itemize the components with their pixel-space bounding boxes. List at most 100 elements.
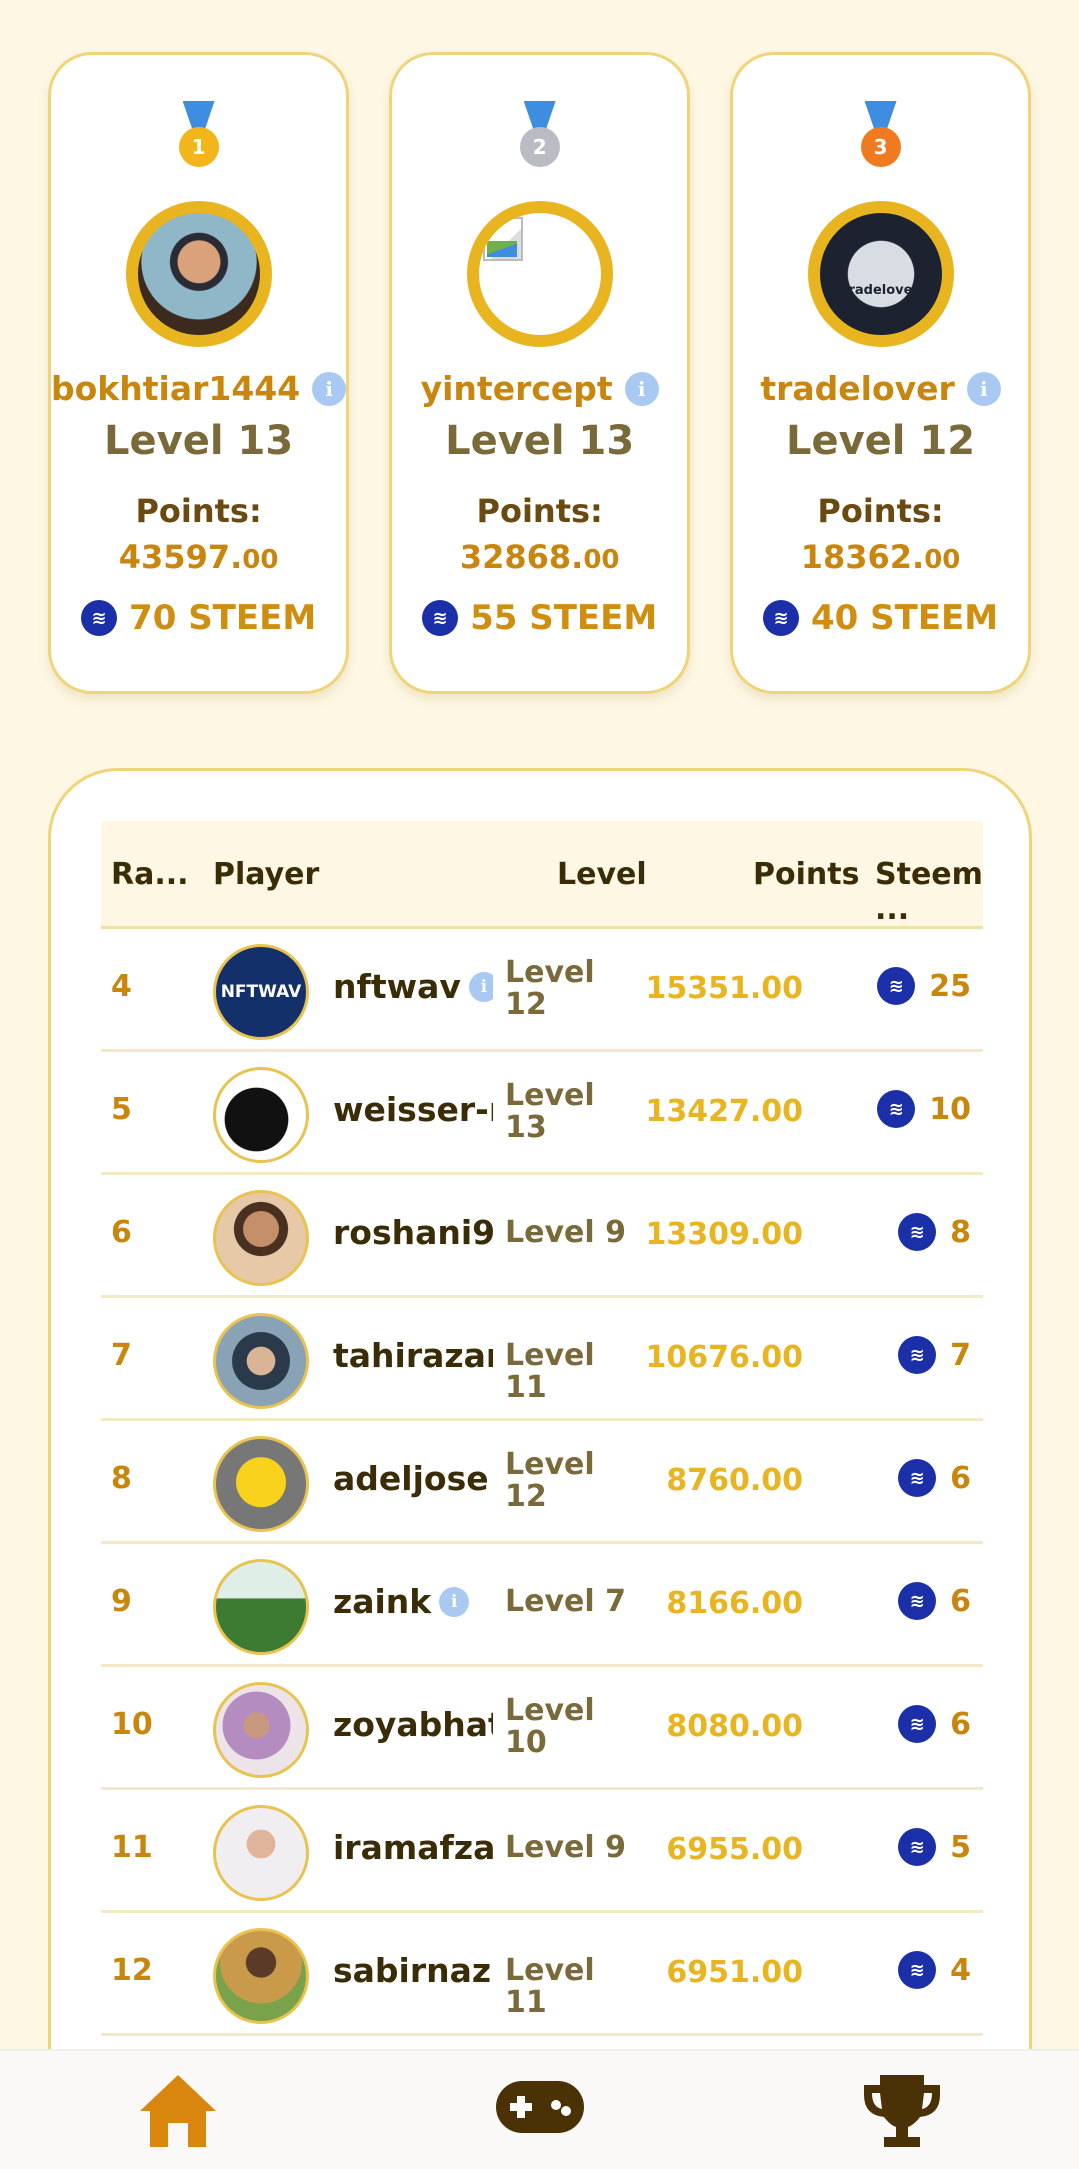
points-label: Points: [135, 492, 262, 530]
steem-reward: ≋ 6 [898, 1705, 971, 1743]
points: 15351.00 [645, 971, 803, 1006]
podium-card-2nd[interactable]: 2 yintercept i Level 13 Points: 32868.00… [389, 52, 691, 694]
level: Level 12 [785, 418, 976, 464]
broken-image-icon [482, 217, 523, 261]
player-name[interactable]: zoyabhat [333, 1705, 493, 1744]
player-name[interactable]: iramafzal [333, 1828, 493, 1867]
steem-icon: ≋ [898, 1459, 937, 1497]
table-row[interactable]: 4 NFTWAV nftwav i Level 12 15351.00 ≋ 25 [101, 929, 983, 1052]
podium: 1 bokhtiar1444 i Level 13 Points: 43597.… [48, 52, 1031, 694]
player-name[interactable]: sabirnaz [333, 1951, 491, 1990]
table-row[interactable]: 5 weisser-r Level 13 13427.00 ≋ 10 [101, 1052, 983, 1175]
points: 8080.00 [666, 1709, 803, 1744]
avatar[interactable] [213, 1805, 309, 1901]
points-value: 18362.00 [800, 538, 961, 576]
rank: 4 [111, 969, 132, 1004]
steem-icon: ≋ [422, 600, 459, 636]
avatar[interactable] [213, 1313, 309, 1409]
level: Level 12 [505, 955, 595, 1022]
table-row[interactable]: 12 sabirnazi Level 11 6951.00 ≋4 [101, 1913, 983, 2036]
info-icon[interactable]: i [966, 371, 1001, 406]
rank: 7 [111, 1338, 132, 1373]
steem-reward: ≋ 55 STEEM [422, 598, 657, 638]
level: Level 13 [505, 1078, 595, 1145]
level: Level 13 [445, 418, 635, 464]
points: 10676.00 [645, 1340, 803, 1375]
username[interactable]: bokhtiar1444 [51, 369, 300, 408]
player-name[interactable]: zaink [333, 1582, 431, 1621]
points: 13427.00 [645, 1094, 803, 1129]
player-name[interactable]: nftwav [333, 967, 461, 1006]
podium-card-3rd[interactable]: 3 tradelover tradelover i Level 12 Point… [730, 52, 1031, 694]
info-icon[interactable]: i [439, 1586, 470, 1617]
steem-icon: ≋ [898, 1336, 937, 1374]
bottom-navigation [0, 2049, 1079, 2169]
table-row[interactable]: 7 tahirazam Level 11 10676.00 ≋7 [101, 1298, 983, 1421]
silver-medal-icon: 2 [518, 101, 562, 173]
table-row[interactable]: 10 zoyabhat Level 10 8080.00 ≋ 6 [101, 1667, 983, 1790]
player-name[interactable]: weisser-r [333, 1090, 493, 1129]
table-row[interactable]: 11 iramafzal Level 9 6955.00 ≋ 5 [101, 1790, 983, 1913]
home-icon[interactable] [136, 2071, 220, 2155]
level: Level 10 [505, 1693, 595, 1760]
rank: 6 [111, 1215, 132, 1250]
points-value: 43597.00 [118, 538, 279, 576]
steem-icon: ≋ [877, 1090, 916, 1128]
avatar[interactable] [213, 1682, 309, 1778]
username[interactable]: tradelover [760, 369, 954, 408]
header-points[interactable]: Points [753, 857, 859, 892]
info-icon[interactable]: i [468, 971, 493, 1002]
rank: 5 [111, 1092, 132, 1127]
avatar[interactable]: NFTWAV [213, 944, 309, 1040]
rank: 9 [111, 1584, 132, 1619]
table-row[interactable]: 8 adeljosei Level 12 8760.00 ≋6 [101, 1421, 983, 1544]
avatar[interactable] [213, 1436, 309, 1532]
player-name[interactable]: adeljose [333, 1459, 489, 1498]
steem-icon: ≋ [762, 600, 799, 636]
level: Level 9 [505, 1215, 626, 1250]
avatar[interactable] [213, 1559, 309, 1655]
avatar[interactable]: tradelover [807, 201, 954, 347]
steem-icon: ≋ [877, 967, 916, 1005]
rank: 8 [111, 1461, 132, 1496]
level: Level 12 [505, 1447, 595, 1514]
player-name[interactable]: roshani96 [333, 1213, 493, 1252]
leaderboard-table[interactable]: Ra... Player Level Points Steem ... 4 NF… [48, 768, 1032, 2169]
avatar[interactable] [466, 201, 613, 347]
steem-reward: ≋ 25 [877, 967, 971, 1005]
info-icon[interactable]: i [624, 371, 659, 406]
trophy-icon[interactable] [860, 2071, 944, 2155]
steem-reward: ≋ 6 [898, 1582, 971, 1620]
avatar[interactable] [213, 1928, 309, 2024]
avatar[interactable] [213, 1067, 309, 1163]
header-level[interactable]: Level [557, 857, 647, 892]
steem-icon: ≋ [898, 1705, 937, 1743]
header-rank[interactable]: Ra... [111, 857, 189, 892]
table-row[interactable]: 6 roshani96 Level 9 13309.00 ≋8 [101, 1175, 983, 1298]
avatar[interactable] [125, 201, 272, 347]
gamepad-icon[interactable] [494, 2079, 586, 2139]
avatar[interactable] [213, 1190, 309, 1286]
table-header: Ra... Player Level Points Steem ... [101, 821, 983, 929]
header-player[interactable]: Player [213, 857, 319, 892]
gold-medal-icon: 1 [177, 101, 221, 173]
points-label: Points: [817, 492, 944, 530]
steem-icon: ≋ [898, 1213, 937, 1251]
podium-card-1st[interactable]: 1 bokhtiar1444 i Level 13 Points: 43597.… [48, 52, 350, 694]
points: 8166.00 [666, 1586, 803, 1621]
points: 13309.00 [645, 1217, 803, 1252]
info-icon[interactable]: i [312, 371, 347, 406]
steem-reward: ≋ 70 STEEM [81, 598, 316, 638]
level: Level 11 [505, 1953, 595, 2020]
steem-reward: ≋ 7 [898, 1336, 971, 1374]
table-row[interactable]: 9 zaink i Level 7 8166.00 ≋ 6 [101, 1544, 983, 1667]
rank: 12 [111, 1953, 153, 1988]
steem-icon: ≋ [898, 1582, 937, 1620]
level: Level 9 [505, 1830, 626, 1865]
username[interactable]: yintercept [421, 369, 613, 408]
player-name[interactable]: tahirazam [333, 1336, 493, 1375]
level: Level 11 [505, 1338, 595, 1405]
steem-icon: ≋ [898, 1828, 937, 1866]
level: Level 7 [505, 1584, 626, 1619]
header-steem[interactable]: Steem ... [875, 857, 983, 927]
